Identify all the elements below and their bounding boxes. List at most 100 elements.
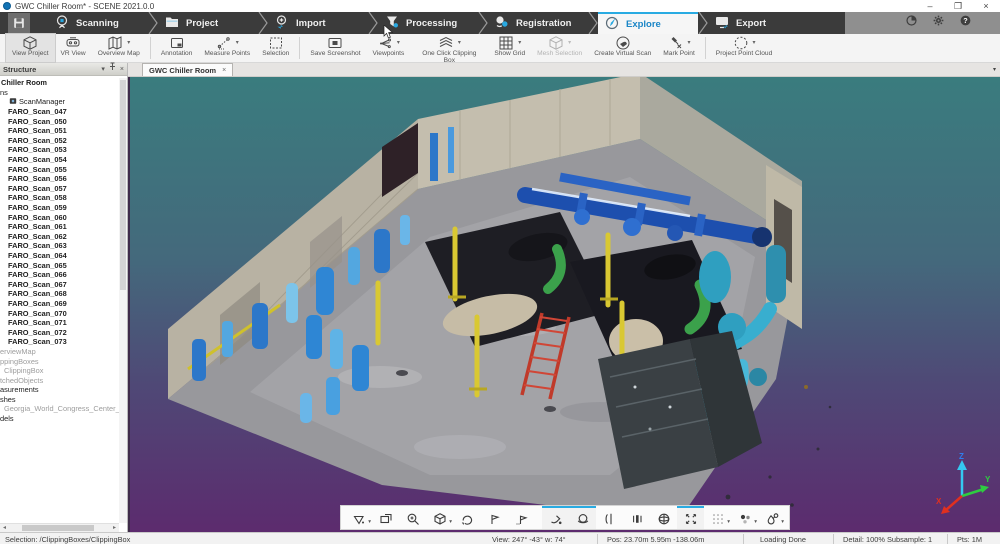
zoom-fit-button[interactable] <box>677 506 704 529</box>
tree-item[interactable]: ns <box>0 88 119 98</box>
tree-item[interactable]: FARO_Scan_055 <box>0 164 119 174</box>
tree-horizontal-scrollbar[interactable]: ◂ ▸ <box>0 523 119 532</box>
status-segment: Selection: /ClippingBoxes/ClippingBox <box>5 535 130 544</box>
view-orientation-button[interactable]: ▾ <box>426 506 453 529</box>
scrollbar-thumb[interactable] <box>22 525 94 531</box>
walk-mode-button[interactable] <box>542 506 569 529</box>
point-color-mode-button[interactable]: ▾ <box>731 506 758 529</box>
ribbon-tab-explore[interactable]: Explore <box>598 12 698 34</box>
tree-item[interactable]: FARO_Scan_065 <box>0 260 119 270</box>
chevron-down-icon[interactable]: ▾ <box>568 39 571 46</box>
set-rotation-point-button[interactable] <box>507 506 534 529</box>
chevron-down-icon[interactable]: ▾ <box>236 39 239 46</box>
tree-item[interactable]: FARO_Scan_066 <box>0 270 119 280</box>
tree-item[interactable]: FARO_Scan_072 <box>0 327 119 337</box>
tree-item[interactable]: FARO_Scan_054 <box>0 155 119 165</box>
panorama-sphere-button[interactable] <box>650 506 677 529</box>
ribbon-tab-scanning[interactable]: Scanning <box>48 12 148 34</box>
color-picker-button[interactable]: ▾ <box>758 506 785 529</box>
tree-item[interactable]: Georgia_World_Congress_Center_Chiller_Ro… <box>0 404 119 414</box>
tree-item[interactable]: FARO_Scan_063 <box>0 241 119 251</box>
pan-tool-button[interactable] <box>372 506 399 529</box>
scroll-right-icon[interactable]: ▸ <box>110 524 119 532</box>
tree-item[interactable]: Chiller Room <box>0 78 119 88</box>
ribbon-tab-project[interactable]: Project <box>158 12 258 34</box>
tree-item[interactable]: FARO_Scan_070 <box>0 308 119 318</box>
view-project-button[interactable]: View Project <box>6 34 55 62</box>
rotate-around-point-button[interactable] <box>480 506 507 529</box>
ribbon-tab-import[interactable]: Import <box>268 12 368 34</box>
ribbon-tab-processing[interactable]: Processing <box>378 12 478 34</box>
tree-item[interactable]: ClippingBox <box>0 366 119 376</box>
pie-chart-icon[interactable] <box>905 14 918 32</box>
tree-item[interactable]: FARO_Scan_060 <box>0 212 119 222</box>
tree-item[interactable]: FARO_Scan_071 <box>0 318 119 328</box>
chevron-down-icon[interactable]: ▾ <box>397 39 400 46</box>
examiner-mode-button[interactable]: ▾ <box>345 506 372 529</box>
chevron-down-icon[interactable]: ▾ <box>753 39 756 46</box>
overview-map-button[interactable]: ▾Overview Map <box>92 34 146 62</box>
tree-item[interactable]: FARO_Scan_047 <box>0 107 119 117</box>
tree-item[interactable]: ppingBoxes <box>0 356 119 366</box>
close-icon[interactable]: × <box>120 63 124 76</box>
tree-item[interactable]: FARO_Scan_062 <box>0 232 119 242</box>
help-icon[interactable]: ? <box>959 14 972 32</box>
tree-item[interactable]: FARO_Scan_073 <box>0 337 119 347</box>
tree-item[interactable]: FARO_Scan_052 <box>0 136 119 146</box>
annotation-button[interactable]: Annotation <box>155 34 199 62</box>
show-grid-button[interactable]: ▾Show Grid <box>488 34 531 62</box>
tree-item[interactable]: tchedObjects <box>0 375 119 385</box>
create-virtual-scan-button[interactable]: Create Virtual Scan <box>588 34 657 62</box>
tree-item[interactable]: FARO_Scan_051 <box>0 126 119 136</box>
project-point-cloud-button[interactable]: ▾Project Point Cloud <box>710 34 778 62</box>
pin-icon[interactable] <box>109 62 116 76</box>
chevron-down-icon[interactable]: ▾ <box>688 39 691 46</box>
measure-points-button[interactable]: ▾Measure Points <box>198 34 256 62</box>
rotate-view-button[interactable] <box>453 506 480 529</box>
chevron-down-icon[interactable]: ▾ <box>458 39 461 46</box>
ribbon-tab-registration[interactable]: Registration <box>488 12 588 34</box>
save-button[interactable] <box>8 13 30 33</box>
tree-item[interactable]: dels <box>0 414 119 424</box>
tree-item[interactable]: FARO_Scan_059 <box>0 203 119 213</box>
tree-item[interactable]: FARO_Scan_067 <box>0 279 119 289</box>
scroll-left-icon[interactable]: ◂ <box>0 524 9 532</box>
viewport-tab[interactable]: GWC Chiller Room × <box>142 63 233 76</box>
point-density-bars-button[interactable] <box>623 506 650 529</box>
tree-item[interactable]: FARO_Scan_069 <box>0 299 119 309</box>
clipping-plane-button[interactable] <box>596 506 623 529</box>
tree-item[interactable]: shes <box>0 395 119 405</box>
chevron-down-icon[interactable]: ▾ <box>127 39 130 46</box>
tree-item[interactable]: FARO_Scan_058 <box>0 193 119 203</box>
chevron-down-icon[interactable]: ▾ <box>101 63 105 76</box>
tree-item[interactable]: FARO_Scan_056 <box>0 174 119 184</box>
tree-item[interactable]: FARO_Scan_064 <box>0 251 119 261</box>
tree-item[interactable]: asurements <box>0 385 119 395</box>
tab-list-menu-icon[interactable]: ▾ <box>993 66 996 73</box>
tree-item[interactable]: FARO_Scan_068 <box>0 289 119 299</box>
minimize-button[interactable]: – <box>924 0 936 12</box>
one-click-clipping-box-button[interactable]: ▾One Click Clipping Box <box>410 34 488 62</box>
tree-item[interactable]: FARO_Scan_053 <box>0 145 119 155</box>
point-cloud-3d-view[interactable]: ▾▾▾▾▾ Z Y X <box>128 77 1000 532</box>
grid-display-button[interactable]: ▾ <box>704 506 731 529</box>
mark-point-button[interactable]: ▾Mark Point <box>657 34 701 62</box>
gear-icon[interactable] <box>932 14 945 32</box>
close-button[interactable]: × <box>980 0 992 12</box>
toolbar-button-label: Save Screenshot <box>310 50 360 57</box>
zoom-tool-button[interactable] <box>399 506 426 529</box>
selection-button[interactable]: Selection <box>256 34 295 62</box>
tab-close-icon[interactable]: × <box>222 67 226 74</box>
tree-item[interactable]: FARO_Scan_050 <box>0 116 119 126</box>
orbit-mode-button[interactable] <box>569 506 596 529</box>
tree-item[interactable]: FARO_Scan_061 <box>0 222 119 232</box>
tree-vertical-scrollbar[interactable] <box>119 78 127 523</box>
vr-view-button[interactable]: VR View <box>55 34 92 62</box>
tree-item[interactable]: ScanManager <box>0 97 119 107</box>
ribbon-tab-export[interactable]: Export <box>708 12 808 34</box>
tree-item[interactable]: erviewMap <box>0 347 119 357</box>
save-screenshot-button[interactable]: Save Screenshot <box>304 34 366 62</box>
tree-item[interactable]: FARO_Scan_057 <box>0 184 119 194</box>
restore-button[interactable]: ❐ <box>952 0 964 12</box>
chevron-down-icon[interactable]: ▾ <box>518 39 521 46</box>
